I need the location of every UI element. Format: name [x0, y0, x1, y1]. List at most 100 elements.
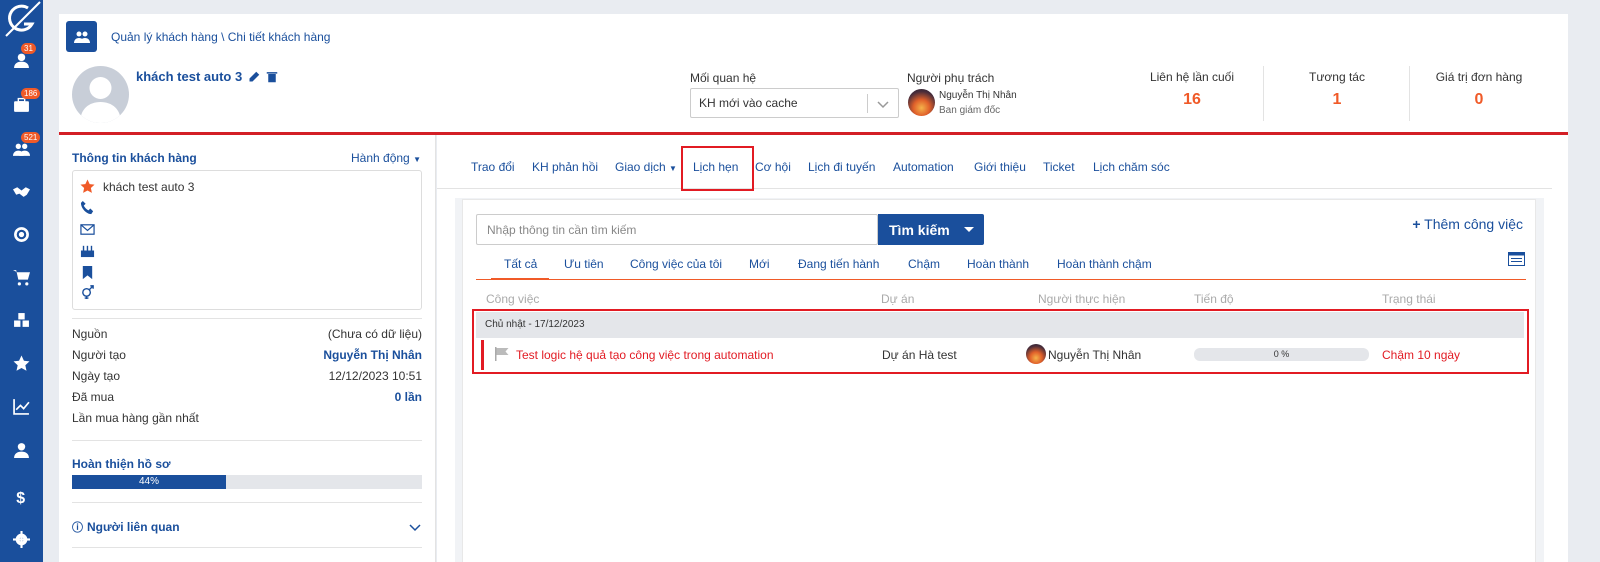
stat-label: Giá trị đơn hàng	[1435, 70, 1523, 84]
active-filter-indicator	[491, 278, 549, 280]
chart-line-icon	[13, 398, 30, 415]
dollar-icon: $	[16, 489, 25, 504]
nav-staff[interactable]	[0, 435, 43, 465]
action-dropdown[interactable]: Hành động ▼	[351, 151, 421, 165]
users-icon	[13, 143, 30, 156]
customer-avatar	[72, 66, 129, 123]
trash-icon[interactable]	[266, 71, 278, 83]
field-value: (Chưa có dữ liệu)	[327, 327, 422, 341]
info-email-row	[80, 222, 95, 237]
tab-automation[interactable]: Automation	[893, 160, 954, 174]
col-status: Trạng thái	[1382, 292, 1436, 306]
tab-care-schedule[interactable]: Lịch chăm sóc	[1093, 160, 1170, 174]
star-icon	[13, 355, 30, 371]
relationship-value: KH mới vào cache	[699, 96, 798, 110]
owner-label: Người phụ trách	[907, 71, 995, 85]
customers-module-icon[interactable]	[66, 21, 97, 52]
relationship-label: Mối quan hệ	[690, 71, 757, 85]
nav-favorites[interactable]	[0, 348, 43, 378]
stat-label: Liên hệ lần cuối	[1149, 70, 1235, 84]
field-label: Người tạo	[72, 348, 126, 362]
info-birthday-row	[80, 243, 95, 258]
action-label: Hành động	[351, 151, 410, 165]
nav-groups[interactable]: 521	[0, 132, 43, 164]
field-last-purchase: Lần mua hàng gần nhất	[72, 411, 422, 425]
target-icon	[14, 226, 29, 242]
field-value[interactable]: Nguyễn Thị Nhân	[323, 348, 422, 362]
nav-finance[interactable]: $	[0, 481, 43, 511]
relationship-select[interactable]: KH mới vào cache	[690, 88, 899, 118]
col-assignee: Người thực hiện	[1038, 292, 1126, 306]
tab-route-schedule[interactable]: Lịch đi tuyến	[808, 160, 875, 174]
tab-transactions[interactable]: Giao dịch ▼	[615, 160, 677, 174]
filter-done-late[interactable]: Hoàn thành chậm	[1057, 257, 1152, 271]
task-filter-tabs: Tất cả Ưu tiên Công việc của tôi Mới Đan…	[476, 252, 1526, 280]
envelope-icon	[80, 224, 95, 235]
groups-badge: 521	[21, 132, 41, 143]
tab-referral[interactable]: Giới thiệu	[974, 160, 1026, 174]
briefcase-icon	[14, 97, 29, 112]
info-name: khách test auto 3	[103, 179, 195, 194]
filter-in-progress[interactable]: Đang tiến hành	[798, 257, 879, 271]
add-task-button[interactable]: + Thêm công việc	[1412, 216, 1523, 232]
search-button[interactable]: Tìm kiếm	[878, 214, 984, 245]
info-circle-icon: ⓘ	[72, 522, 83, 534]
contact-info-box: khách test auto 3	[72, 170, 422, 310]
pencil-icon[interactable]	[248, 71, 260, 83]
plus-icon: +	[1412, 216, 1421, 232]
info-phone-row	[80, 200, 95, 215]
gear-icon	[13, 530, 30, 548]
field-value: 12/12/2023 10:51	[328, 369, 422, 383]
filter-new[interactable]: Mới	[749, 257, 770, 271]
add-task-label: Thêm công việc	[1424, 216, 1523, 232]
tab-conversation[interactable]: Trao đổi	[471, 160, 515, 174]
filter-late[interactable]: Chậm	[908, 257, 940, 271]
field-source: Nguồn (Chưa có dữ liệu)	[72, 327, 422, 341]
nav-deals[interactable]	[0, 176, 43, 206]
chevron-down-icon[interactable]	[409, 521, 421, 533]
tab-feedback[interactable]: KH phản hồi	[532, 160, 598, 174]
breadcrumb[interactable]: Quản lý khách hàng \ Chi tiết khách hàng	[111, 30, 330, 44]
filter-my-tasks[interactable]: Công việc của tôi	[630, 257, 722, 271]
nav-cart[interactable]	[0, 262, 43, 292]
customer-name: khách test auto 3	[136, 69, 278, 84]
customers-badge: 31	[21, 43, 36, 54]
caret-down-icon: ▼	[413, 155, 421, 164]
detail-tabs: Trao đổi KH phản hồi Giao dịch ▼ Lịch hẹ…	[437, 135, 1552, 191]
caret-down-icon[interactable]	[964, 227, 974, 232]
user-tie-icon	[14, 442, 29, 458]
stat-last-contact: Liên hệ lần cuối 16	[1122, 70, 1262, 109]
tab-opportunities[interactable]: Cơ hội	[755, 160, 791, 174]
field-creator: Người tạo Nguyễn Thị Nhân	[72, 348, 422, 362]
info-tag-row	[80, 265, 95, 280]
nav-reports[interactable]	[0, 391, 43, 421]
tab-ticket[interactable]: Ticket	[1043, 160, 1075, 174]
info-gender-row	[80, 284, 95, 299]
task-search-input[interactable]: Nhập thông tin cần tìm kiếm	[476, 214, 878, 245]
cart-icon	[13, 269, 30, 285]
filter-all[interactable]: Tất cả	[504, 257, 537, 271]
appointments-tab-highlight	[681, 146, 754, 191]
col-task: Công việc	[486, 292, 540, 306]
search-button-label: Tìm kiếm	[889, 221, 950, 238]
related-people-toggle[interactable]: ⓘ Người liên quan	[72, 519, 180, 535]
customer-name-text: khách test auto 3	[136, 69, 243, 84]
owner-role: Ban giám đốc	[939, 105, 1001, 116]
app-logo[interactable]	[0, 0, 43, 40]
owner-name[interactable]: Nguyễn Thị Nhân	[939, 90, 1017, 101]
star-icon	[80, 179, 95, 193]
tab-transactions-label: Giao dịch	[615, 160, 666, 174]
profile-completion-title: Hoàn thiện hồ sơ	[72, 457, 171, 471]
field-value: 0 lần	[394, 390, 422, 404]
filter-priority[interactable]: Ưu tiên	[564, 257, 604, 271]
nav-inbox[interactable]: 186	[0, 88, 43, 120]
nav-targets[interactable]	[0, 219, 43, 249]
list-view-icon[interactable]	[1508, 252, 1525, 266]
nav-settings[interactable]	[0, 524, 43, 554]
nav-products[interactable]	[0, 305, 43, 335]
tasks-card: Nhập thông tin cần tìm kiếm Tìm kiếm + T…	[463, 200, 1535, 562]
birthday-cake-icon	[80, 245, 95, 258]
handshake-icon	[13, 186, 30, 197]
filter-done[interactable]: Hoàn thành	[967, 257, 1029, 271]
nav-customers[interactable]: 31	[0, 43, 43, 75]
